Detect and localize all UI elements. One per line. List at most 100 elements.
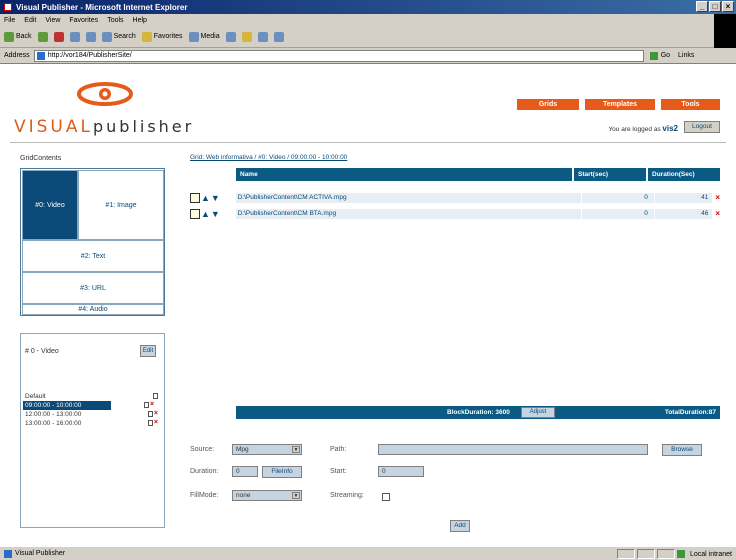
move-down-icon[interactable]: ▼ — [211, 193, 220, 203]
go-arrow-icon — [649, 51, 658, 60]
block-title: # 0 - Video — [25, 348, 59, 355]
browse-button[interactable]: Browse — [662, 444, 702, 456]
media-button[interactable]: Media — [188, 31, 220, 42]
delete-item-icon[interactable]: × — [715, 193, 720, 202]
page-icon — [36, 51, 45, 60]
start-input[interactable]: 0 — [378, 466, 424, 477]
menu-tools[interactable]: Tools — [107, 17, 123, 24]
fileinfo-button[interactable]: FileInfo — [262, 466, 302, 478]
move-up-icon[interactable]: ▲ — [201, 209, 210, 219]
menu-favorites[interactable]: Favorites — [69, 17, 98, 24]
edit-schedule-icon[interactable] — [147, 411, 153, 417]
block-duration: BlockDuration: 3600 — [447, 409, 510, 416]
tile-text[interactable]: #2: Text — [22, 240, 164, 272]
item-start: 0 — [582, 192, 654, 203]
minimize-button[interactable]: _ — [696, 1, 708, 12]
edit-page-button[interactable] — [273, 31, 284, 42]
schedule-item[interactable]: 12:00:00 - 13:00:00 × — [23, 410, 162, 419]
schedule-actions — [153, 393, 158, 399]
maximize-button[interactable]: □ — [709, 1, 721, 12]
totals-bar: BlockDuration: 3600 Adjust TotalDuration… — [236, 406, 720, 419]
start-label: Start: — [330, 468, 347, 475]
path-input[interactable] — [378, 444, 648, 455]
forward-button[interactable] — [37, 31, 48, 42]
go-button[interactable]: Go — [649, 51, 670, 60]
logout-button[interactable]: Logout — [684, 121, 720, 133]
duration-label: Duration: — [190, 468, 219, 475]
nav-templates[interactable]: Templates — [585, 99, 655, 110]
edit-item-icon[interactable] — [190, 192, 200, 203]
fillmode-select[interactable]: none ▼ — [232, 490, 302, 501]
grid-tiles: #0: Video #1: Image #2: Text #3: URL #4:… — [20, 168, 165, 316]
edit-schedule-icon[interactable] — [153, 393, 158, 399]
search-icon — [101, 31, 112, 42]
streaming-checkbox[interactable] — [382, 493, 390, 501]
tile-image[interactable]: #1: Image — [78, 170, 164, 240]
table-row: ▲ ▼ D:\PublisherContent\CM BTA.mpg 0 46 … — [190, 208, 720, 219]
status-zone: Local intranet — [616, 549, 732, 559]
item-start: 0 — [582, 208, 654, 219]
move-down-icon[interactable]: ▼ — [211, 209, 220, 219]
window-title-bar: Visual Publisher - Microsoft Internet Ex… — [0, 0, 736, 14]
total-duration: TotalDuration:87 — [664, 409, 716, 416]
delete-item-icon[interactable]: × — [715, 209, 720, 218]
favorites-button[interactable]: Favorites — [141, 31, 183, 42]
history-button[interactable] — [225, 31, 236, 42]
refresh-button[interactable] — [69, 31, 80, 42]
menu-edit[interactable]: Edit — [24, 17, 36, 24]
address-input[interactable]: http://vor184/PublisherSite/ — [33, 49, 644, 62]
menu-view[interactable]: View — [45, 17, 60, 24]
tile-video[interactable]: #0: Video — [22, 170, 78, 240]
delete-schedule-icon[interactable]: × — [154, 410, 158, 417]
media-icon — [188, 31, 199, 42]
source-label: Source: — [190, 446, 215, 453]
print-button[interactable] — [257, 31, 268, 42]
breadcrumb[interactable]: Grid: Web informativa / #0: Video / 09:0… — [190, 154, 347, 161]
path-label: Path: — [330, 446, 347, 453]
status-text: Visual Publisher — [15, 550, 66, 557]
search-button[interactable]: Search — [101, 31, 136, 42]
back-arrow-icon — [4, 31, 14, 42]
add-button[interactable]: Add — [450, 520, 470, 532]
refresh-icon — [69, 31, 80, 42]
fillmode-label: FillMode: — [190, 492, 219, 499]
mail-button[interactable] — [241, 31, 252, 42]
stop-button[interactable] — [53, 31, 64, 42]
move-up-icon[interactable]: ▲ — [201, 193, 210, 203]
schedule-item[interactable]: 13:00:00 - 16:00:00 × — [23, 419, 162, 428]
schedule-item-selected[interactable]: 09:00:00 - 10:00:00 — [23, 401, 111, 410]
duration-input[interactable]: 0 — [232, 466, 258, 477]
header-divider — [10, 142, 726, 143]
menu-help[interactable]: Help — [133, 17, 147, 24]
edit-item-icon[interactable] — [190, 208, 200, 219]
edit-schedule-icon[interactable] — [147, 420, 153, 426]
item-duration: 41 — [654, 192, 713, 203]
menu-file[interactable]: File — [4, 17, 15, 24]
delete-schedule-icon[interactable]: × — [150, 401, 154, 408]
back-button[interactable]: Back — [4, 31, 32, 42]
close-button[interactable]: × — [722, 1, 734, 12]
window-controls: _ □ × — [696, 1, 734, 12]
block-edit-button[interactable]: Edit — [140, 345, 156, 357]
source-select[interactable]: Mpg ▼ — [232, 444, 302, 455]
eye-logo-icon — [77, 82, 133, 106]
ie-icon — [4, 3, 12, 11]
edit-schedule-icon[interactable] — [144, 402, 149, 408]
page-icon — [4, 549, 12, 558]
address-bar: Address http://vor184/PublisherSite/ Go … — [0, 48, 736, 64]
zone-label: Local intranet — [689, 550, 732, 558]
window-title: Visual Publisher - Microsoft Internet Ex… — [16, 2, 188, 12]
item-path: D:\PublisherContent\CM ACTIVA.mpg — [235, 192, 582, 203]
home-button[interactable] — [85, 31, 96, 42]
nav-grids[interactable]: Grids — [517, 99, 579, 110]
tile-audio[interactable]: #4: Audio — [22, 304, 164, 315]
adjust-button[interactable]: Adjust — [521, 407, 555, 418]
nav-tools[interactable]: Tools — [661, 99, 720, 110]
links-button[interactable]: Links — [678, 52, 694, 59]
tile-url[interactable]: #3: URL — [22, 272, 164, 304]
delete-schedule-icon[interactable]: × — [154, 419, 158, 426]
schedule-list: Default 09:00:00 - 10:00:00 12:00:00 - 1… — [23, 392, 162, 428]
schedule-item-default[interactable]: Default — [23, 392, 162, 401]
row-actions: ▲ ▼ — [190, 192, 236, 203]
address-label: Address — [4, 52, 30, 59]
